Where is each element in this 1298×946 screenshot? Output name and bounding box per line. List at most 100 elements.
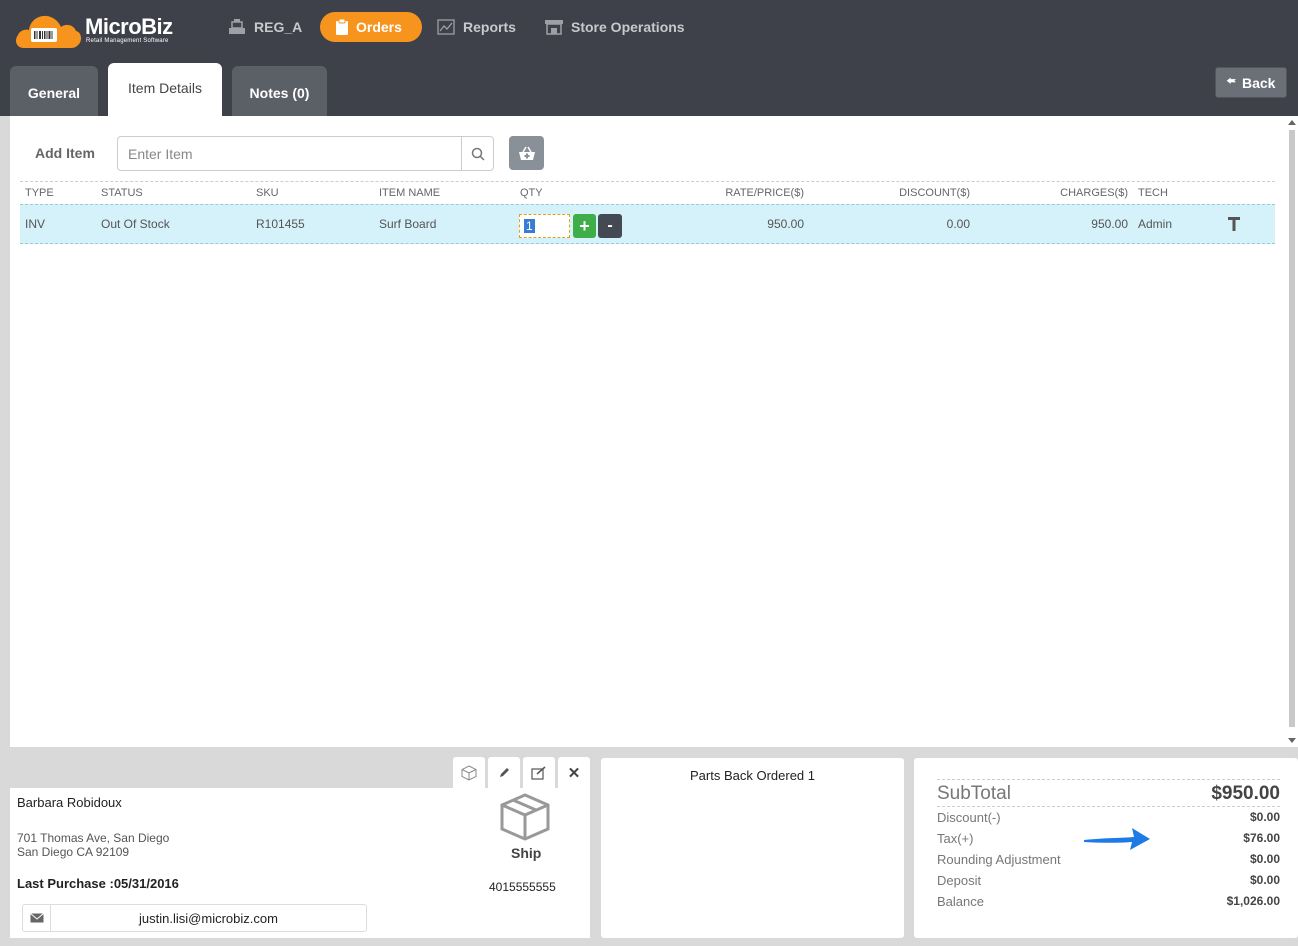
nav-store-label: Store Operations [571,19,685,35]
customer-address-line2: San Diego CA 92109 [17,845,130,859]
col-charges: CHARGES($) [1060,187,1128,199]
shipping-box-button[interactable] [453,757,485,789]
arrow-left-icon: 🢘 [1226,74,1236,88]
rounding-value: $0.00 [1249,852,1280,866]
customer-address-line1: 701 Thomas Ave, San Diego [17,831,170,845]
discount-value: $0.00 [1249,810,1280,824]
totals-panel: SubTotal $950.00 Discount(-) $0.00 Tax(+… [914,758,1298,938]
discount-label: Discount(-) [937,810,1001,825]
balance-value: $1,026.00 [1226,894,1280,908]
edit-square-icon [531,766,546,780]
nav-store-operations[interactable]: Store Operations [545,12,685,42]
customer-address: 701 Thomas Ave, San Diego San Diego CA 9… [17,831,169,859]
tab-item-details-label: Item Details [128,79,202,96]
table-row[interactable]: INV Out Of Stock R101455 Surf Board 1 + … [20,204,1275,244]
cell-type: INV [25,217,46,231]
cell-charges: 950.00 [1091,217,1128,231]
remove-customer-button[interactable]: ✕ [558,757,590,789]
tech-assign-icon[interactable] [1228,216,1240,232]
add-item-input[interactable] [118,137,458,170]
col-qty: QTY [520,187,543,199]
cash-register-icon [229,19,245,34]
add-to-basket-button[interactable] [509,136,544,170]
ship-box-icon[interactable] [499,793,551,841]
col-item-name: ITEM NAME [379,187,441,199]
deposit-row: Deposit $0.00 [937,873,1280,888]
balance-label: Balance [937,894,984,909]
logo-text: MicroBiz [85,14,173,39]
customer-panel: Barbara Robidoux 701 Thomas Ave, San Die… [10,788,590,938]
basket-add-icon [518,146,535,160]
subtotal-value: $950.00 [1211,783,1280,804]
customer-name: Barbara Robidoux [17,795,122,810]
add-item-field [117,136,494,171]
col-status: STATUS [101,187,143,199]
cell-rate: 950.00 [767,217,804,231]
tab-general-label: General [27,85,81,101]
clipboard-icon [336,19,348,35]
tab-general[interactable]: General [10,66,98,116]
scroll-up-icon[interactable] [1288,120,1296,125]
tab-item-details[interactable]: Item Details [108,63,222,116]
subtotal-row: SubTotal $950.00 [937,779,1280,807]
discount-row: Discount(-) $0.00 [937,810,1280,825]
search-button[interactable] [461,137,493,170]
edit-customer-button[interactable] [523,757,555,789]
cell-tech: Admin [1138,217,1173,231]
nav-reports-label: Reports [463,19,516,35]
quantity-increase-button[interactable]: + [573,214,596,238]
quantity-value: 1 [524,219,535,233]
scroll-thumb[interactable] [1289,130,1295,727]
col-sku: SKU [256,187,279,199]
parts-back-ordered-panel: Parts Back Ordered 1 [601,758,904,938]
nav-orders-label: Orders [356,19,402,35]
ship-label[interactable]: Ship [511,845,541,861]
customer-phone: 4015555555 [489,880,556,894]
cloud-barcode-icon [16,15,82,48]
col-type: TYPE [25,187,54,199]
tab-notes[interactable]: Notes (0) [232,66,327,116]
scroll-down-icon[interactable] [1288,738,1296,743]
balance-row: Balance $1,026.00 [937,894,1280,909]
quantity-decrease-button[interactable]: - [598,214,622,238]
search-icon [471,147,485,161]
nav-reg-label: REG_A [254,19,303,35]
quantity-input[interactable]: 1 [519,214,570,238]
col-discount: DISCOUNT($) [899,187,970,199]
last-purchase: Last Purchase :05/31/2016 [17,876,179,891]
col-rate: RATE/PRICE($) [725,187,804,199]
arrow-right-icon [1084,828,1150,850]
email-field[interactable]: justin.lisi@microbiz.com [22,904,367,932]
top-navigation-bar: MicroBiz Retail Management Software REG_… [0,0,1298,116]
customer-email: justin.lisi@microbiz.com [139,911,278,926]
items-table-header: TYPE STATUS SKU ITEM NAME QTY RATE/PRICE… [20,181,1275,204]
vertical-scrollbar[interactable] [1286,116,1298,747]
cell-discount: 0.00 [946,217,970,231]
nav-reg[interactable]: REG_A [228,12,302,42]
back-button-label: Back [1241,74,1276,91]
deposit-label: Deposit [937,873,982,888]
box-outline-icon [461,765,477,781]
parts-back-ordered-text: Parts Back Ordered 1 [690,768,815,783]
chart-icon [437,19,455,35]
cell-status: Out Of Stock [101,217,170,231]
envelope-icon [23,905,51,931]
tab-notes-label: Notes (0) [249,85,310,101]
edit-pencil-button[interactable] [488,757,520,789]
logo-subtitle: Retail Management Software [86,38,169,44]
nav-reports[interactable]: Reports [437,12,516,42]
cell-item-name: Surf Board [379,217,437,231]
rounding-row: Rounding Adjustment $0.00 [937,852,1280,867]
nav-orders[interactable]: Orders [320,12,422,42]
subtotal-label: SubTotal [937,783,1011,804]
tax-value: $76.00 [1243,831,1280,845]
add-item-label: Add Item [35,145,95,161]
close-icon: ✕ [567,765,581,782]
microbiz-logo[interactable]: MicroBiz Retail Management Software [14,10,184,50]
cell-sku: R101455 [256,217,305,231]
pencil-icon [500,768,509,777]
tax-label: Tax(+) [937,831,974,846]
back-button[interactable]: 🢘 Back [1215,67,1287,98]
item-details-panel: Add Item TYPE STATUS SKU ITEM NAME QTY R… [10,116,1298,747]
store-icon [545,20,563,35]
